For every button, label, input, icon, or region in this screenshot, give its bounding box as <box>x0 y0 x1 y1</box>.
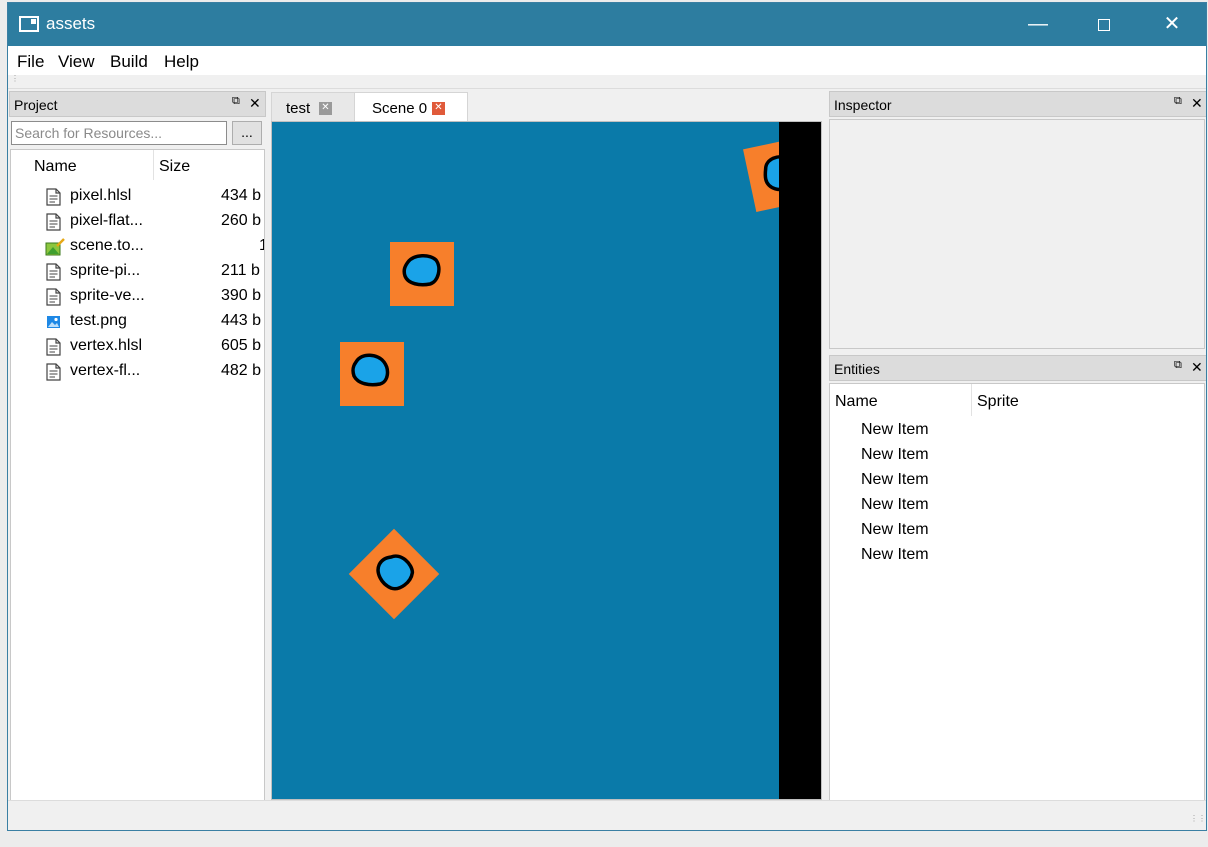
menu-file[interactable]: File <box>17 52 44 72</box>
scene-sprite[interactable] <box>340 342 404 406</box>
app-window: assets — ✕ File View Build Help ⋮ Projec… <box>7 2 1207 831</box>
text-file-icon <box>45 288 62 306</box>
text-file-icon <box>45 263 62 281</box>
entity-list-item[interactable]: New Item <box>861 446 929 464</box>
file-size: 390 b <box>221 287 262 304</box>
entity-list-item[interactable]: New Item <box>861 471 929 489</box>
menu-view[interactable]: View <box>58 52 95 72</box>
browse-button[interactable]: ... <box>232 121 262 145</box>
file-name: vertex-fl... <box>70 362 141 379</box>
close-window-button[interactable]: ✕ <box>1149 3 1195 46</box>
image-file-icon <box>45 313 62 331</box>
toolbar-area: ⋮ <box>8 75 1206 89</box>
sprite-blob-icon <box>351 353 390 387</box>
file-size: 211 b <box>221 262 260 279</box>
file-size: 1 <box>259 237 264 255</box>
toolbar-grip-icon[interactable]: ⋮ <box>11 75 19 83</box>
file-size: 260 b <box>221 212 262 229</box>
project-panel-title: Project <box>14 97 58 113</box>
column-header-name[interactable]: Name <box>835 393 878 411</box>
tab-close-icon[interactable]: ✕ <box>319 102 332 115</box>
maximize-button[interactable] <box>1081 3 1127 46</box>
project-panel-header[interactable]: Project ⧉ ✕ <box>9 91 266 117</box>
close-panel-icon[interactable]: ✕ <box>249 95 261 111</box>
entity-list-item[interactable]: New Item <box>861 546 929 564</box>
menu-bar: File View Build Help <box>8 46 1206 75</box>
inspector-panel: Inspector ⧉ ✕ <box>829 91 1206 349</box>
scene-out-of-bounds-area <box>779 122 821 799</box>
tab-scene-0[interactable]: Scene 0 ✕ <box>354 92 468 121</box>
minimize-button[interactable]: — <box>1015 3 1061 46</box>
file-row[interactable]: vertex.hlsl 605 b <box>11 334 264 359</box>
resize-grip-icon[interactable]: ⋮⋮ <box>1190 815 1206 829</box>
tab-test[interactable]: test ✕ <box>271 92 355 121</box>
float-panel-icon[interactable]: ⧉ <box>232 96 242 107</box>
entities-panel-header[interactable]: Entities ⧉ ✕ <box>829 355 1206 381</box>
document-tab-bar: test ✕ Scene 0 ✕ <box>271 90 829 121</box>
scene-file-icon <box>45 238 65 256</box>
close-panel-icon[interactable]: ✕ <box>1191 95 1203 111</box>
text-file-icon <box>45 213 62 231</box>
column-header-sprite[interactable]: Sprite <box>977 393 1019 411</box>
scene-viewport[interactable] <box>271 121 822 800</box>
file-tree-header: Name Size <box>11 150 264 180</box>
file-row[interactable]: pixel-flat... 260 b <box>11 209 264 234</box>
column-divider[interactable] <box>153 150 154 180</box>
menu-help[interactable]: Help <box>164 52 199 72</box>
file-name: pixel.hlsl <box>70 187 132 204</box>
text-file-icon <box>45 363 62 381</box>
entities-panel-title: Entities <box>834 361 880 377</box>
entity-list-item[interactable]: New Item <box>861 496 929 514</box>
file-row[interactable]: pixel.hlsl 434 b <box>11 184 264 209</box>
tab-label: test <box>286 100 311 117</box>
title-bar[interactable]: assets — ✕ <box>8 3 1206 46</box>
window-title: assets <box>46 14 96 33</box>
file-size: 443 b <box>221 312 262 329</box>
close-icon: ✕ <box>1163 13 1181 35</box>
maximize-icon <box>1098 18 1110 31</box>
inspector-panel-header[interactable]: Inspector ⧉ ✕ <box>829 91 1206 117</box>
entities-panel: Entities ⧉ ✕ Name Sprite New Item New Ite… <box>829 355 1206 803</box>
column-header-name[interactable]: Name <box>34 158 77 176</box>
tab-close-icon[interactable]: ✕ <box>432 102 445 115</box>
file-name: scene.to... <box>70 237 144 254</box>
file-row[interactable]: sprite-ve... 390 b <box>11 284 264 309</box>
float-panel-icon[interactable]: ⧉ <box>1174 96 1184 107</box>
float-panel-icon[interactable]: ⧉ <box>1174 360 1184 371</box>
file-name: sprite-ve... <box>70 287 145 304</box>
inspector-content <box>829 119 1205 349</box>
entities-list[interactable]: Name Sprite New Item New Item New Item New … <box>829 383 1205 803</box>
resource-search-input[interactable] <box>11 121 227 145</box>
app-window-icon <box>19 16 39 32</box>
entity-list-item[interactable]: New Item <box>861 421 929 439</box>
file-row[interactable]: sprite-pi... 211 b <box>11 259 264 284</box>
sprite-blob-icon <box>402 254 441 287</box>
file-name: vertex.hlsl <box>70 337 143 354</box>
tab-label: Scene 0 <box>372 100 428 117</box>
file-row[interactable]: vertex-fl... 482 b <box>11 359 264 384</box>
column-divider[interactable] <box>971 384 972 416</box>
project-file-tree[interactable]: Name Size pixel.hlsl 434 b pixel-flat... 26… <box>10 149 265 804</box>
text-file-icon <box>45 338 62 356</box>
column-header-size[interactable]: Size <box>159 158 190 176</box>
file-size: 605 b <box>221 337 262 354</box>
scene-sprite[interactable] <box>390 242 454 306</box>
project-panel: Project ⧉ ✕ ... Name Size pixel.hlsl 434 … <box>9 91 266 804</box>
scene-sprite[interactable] <box>348 528 440 620</box>
entity-list-item[interactable]: New Item <box>861 521 929 539</box>
file-row[interactable]: test.png 443 b <box>11 309 264 334</box>
file-name: pixel-flat... <box>70 212 143 229</box>
file-size: 482 b <box>221 362 262 379</box>
menu-build[interactable]: Build <box>110 52 148 72</box>
inspector-panel-title: Inspector <box>834 97 892 113</box>
sprite-blob-icon <box>376 554 415 591</box>
file-size: 434 b <box>221 187 262 204</box>
minimize-icon: — <box>1028 13 1048 35</box>
status-bar: ⋮⋮ <box>8 800 1206 830</box>
text-file-icon <box>45 188 62 206</box>
file-name: test.png <box>70 312 127 329</box>
file-row[interactable]: scene.to... 1 <box>11 234 264 259</box>
file-name: sprite-pi... <box>70 262 141 279</box>
close-panel-icon[interactable]: ✕ <box>1191 359 1203 375</box>
